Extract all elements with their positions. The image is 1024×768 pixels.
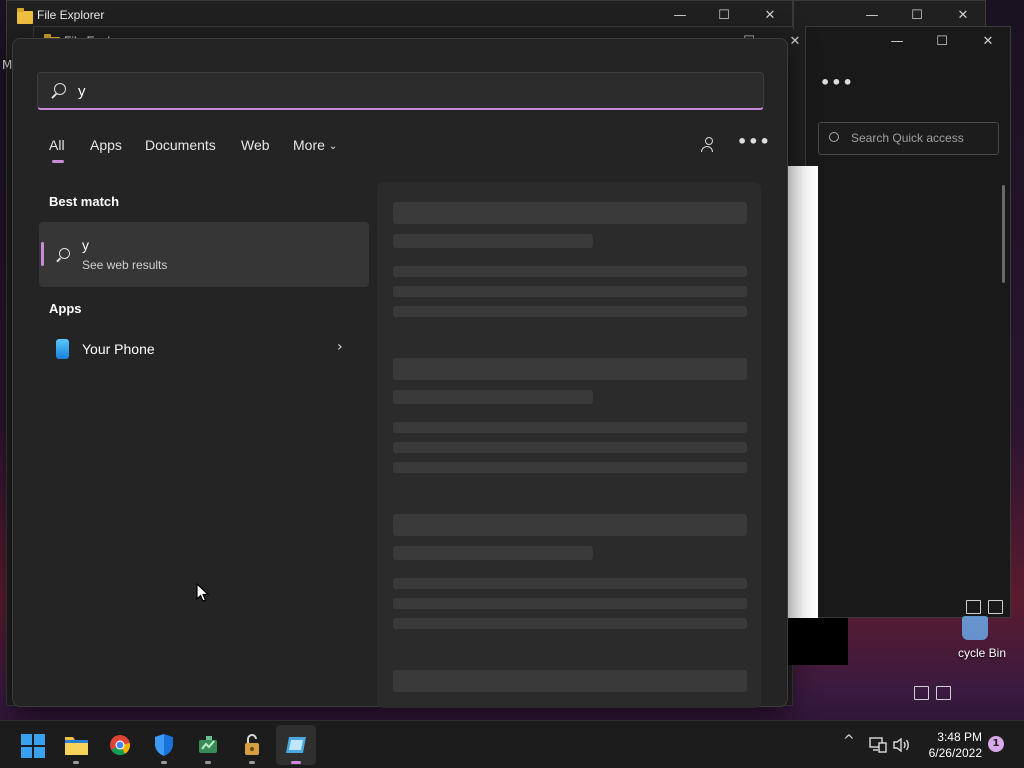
clock-time: 3:48 PM xyxy=(937,730,982,744)
chevron-right-icon[interactable]: › xyxy=(337,339,343,355)
running-indicator xyxy=(73,761,79,764)
network-icon[interactable] xyxy=(869,737,887,753)
taskbar-chrome[interactable] xyxy=(100,725,140,765)
windows-logo-icon-tile xyxy=(21,747,32,758)
your-phone-icon xyxy=(56,339,69,359)
tab-all[interactable]: All xyxy=(49,137,65,163)
shield-icon xyxy=(155,734,173,756)
recycle-bin-label[interactable]: cycle Bin xyxy=(958,646,1006,660)
skeleton-bar xyxy=(393,462,747,473)
lock-icon xyxy=(245,734,259,755)
large-icons-view-icon[interactable] xyxy=(936,686,951,700)
account-switch-icon-head xyxy=(705,137,713,145)
running-indicator xyxy=(161,761,167,764)
mouse-cursor-icon xyxy=(196,583,210,602)
app-label: Your Phone xyxy=(82,341,155,357)
skeleton-bar xyxy=(393,306,747,317)
preview-pane-loading xyxy=(377,182,761,708)
taskbar-app-5[interactable] xyxy=(232,725,272,765)
clock[interactable]: 3:48 PM 6/26/2022 xyxy=(912,729,982,761)
folder-icon xyxy=(17,8,33,24)
windows-logo-icon-tile xyxy=(34,747,45,758)
more-options-icon[interactable]: ••• xyxy=(737,132,771,151)
windows-logo-icon-tile xyxy=(34,734,45,745)
quick-access-search-input[interactable]: Search Quick access xyxy=(818,122,999,155)
skeleton-bar xyxy=(393,546,593,560)
view-toggle-2[interactable] xyxy=(914,686,954,702)
skeleton-bar xyxy=(393,234,593,248)
volume-icon[interactable] xyxy=(893,737,911,753)
close-button[interactable]: ✕ xyxy=(965,27,1011,57)
folder-icon xyxy=(65,737,88,755)
running-indicator xyxy=(291,761,301,764)
list-item-your-phone[interactable]: Your Phone › xyxy=(39,332,369,368)
chevron-down-icon: ⌄ xyxy=(328,141,338,152)
skeleton-bar xyxy=(393,266,747,277)
windows-logo-icon-tile xyxy=(21,734,32,745)
window-content-pane-dark xyxy=(788,618,848,665)
taskbar-app-6[interactable] xyxy=(276,725,316,765)
running-indicator xyxy=(249,761,255,764)
skeleton-bar xyxy=(393,598,747,609)
recycle-bin-icon[interactable] xyxy=(962,616,988,640)
skeleton-bar xyxy=(393,422,747,433)
quick-access-window[interactable]: — ☐ ✕ ••• Search Quick access xyxy=(805,26,1011,618)
account-switch-icon[interactable] xyxy=(701,137,717,153)
skeleton-bar xyxy=(393,358,747,380)
window-title: File Explorer xyxy=(37,8,105,22)
search-flyout: All Apps Documents Web More⌄ ••• Best ma… xyxy=(12,38,788,708)
details-view-icon[interactable] xyxy=(966,600,981,614)
taskbar-app-4[interactable] xyxy=(188,725,228,765)
skeleton-bar xyxy=(393,390,593,404)
more-options-icon[interactable]: ••• xyxy=(820,73,854,92)
best-match-subtitle: See web results xyxy=(82,258,168,272)
tab-documents[interactable]: Documents xyxy=(145,137,216,153)
tab-web[interactable]: Web xyxy=(241,137,270,153)
notification-badge[interactable]: 1 xyxy=(988,736,1004,752)
taskbar-security[interactable] xyxy=(144,725,184,765)
scrollbar[interactable] xyxy=(1002,185,1005,283)
skeleton-bar xyxy=(393,618,747,629)
tab-apps[interactable]: Apps xyxy=(90,137,122,153)
skeleton-bar xyxy=(393,202,747,224)
edge-letter: M xyxy=(2,58,13,72)
chart-app-icon xyxy=(199,736,217,753)
best-match-heading: Best match xyxy=(49,194,120,209)
skeleton-bar xyxy=(393,442,747,453)
search-icon xyxy=(59,248,70,259)
minimize-button[interactable]: — xyxy=(874,27,920,57)
search-icon xyxy=(829,132,839,142)
skeleton-bar xyxy=(393,286,747,297)
best-match-title: y xyxy=(82,237,89,253)
selection-accent xyxy=(41,242,44,266)
chevron-up-icon[interactable]: ^ xyxy=(843,733,855,749)
taskbar-file-explorer[interactable] xyxy=(56,725,96,765)
skeleton-bar xyxy=(393,514,747,536)
running-indicator xyxy=(205,761,211,764)
taskbar: ^ 3:48 PM 6/26/2022 1 xyxy=(0,720,1024,768)
windows-logo-icon xyxy=(21,734,45,758)
account-switch-icon-body xyxy=(701,146,713,152)
quick-access-search-placeholder: Search Quick access xyxy=(851,131,964,145)
chrome-icon xyxy=(110,735,131,756)
search-box[interactable] xyxy=(37,72,764,110)
skeleton-bar xyxy=(393,670,747,692)
clock-date: 6/26/2022 xyxy=(928,746,982,760)
large-icons-view-icon[interactable] xyxy=(988,600,1003,614)
apps-heading: Apps xyxy=(49,301,82,316)
window-content-pane xyxy=(788,166,818,618)
details-view-icon[interactable] xyxy=(914,686,929,700)
tab-more-label: More xyxy=(293,137,325,153)
start-button[interactable] xyxy=(12,725,52,765)
remote-desktop-icon xyxy=(286,737,306,753)
search-input[interactable] xyxy=(78,79,738,103)
maximize-button[interactable]: ☐ xyxy=(919,27,965,57)
skeleton-bar xyxy=(393,578,747,589)
tab-more[interactable]: More ⌄ xyxy=(293,137,337,153)
view-toggle[interactable] xyxy=(966,600,1006,616)
search-icon xyxy=(54,83,66,95)
best-match-result[interactable]: y See web results xyxy=(39,222,369,287)
